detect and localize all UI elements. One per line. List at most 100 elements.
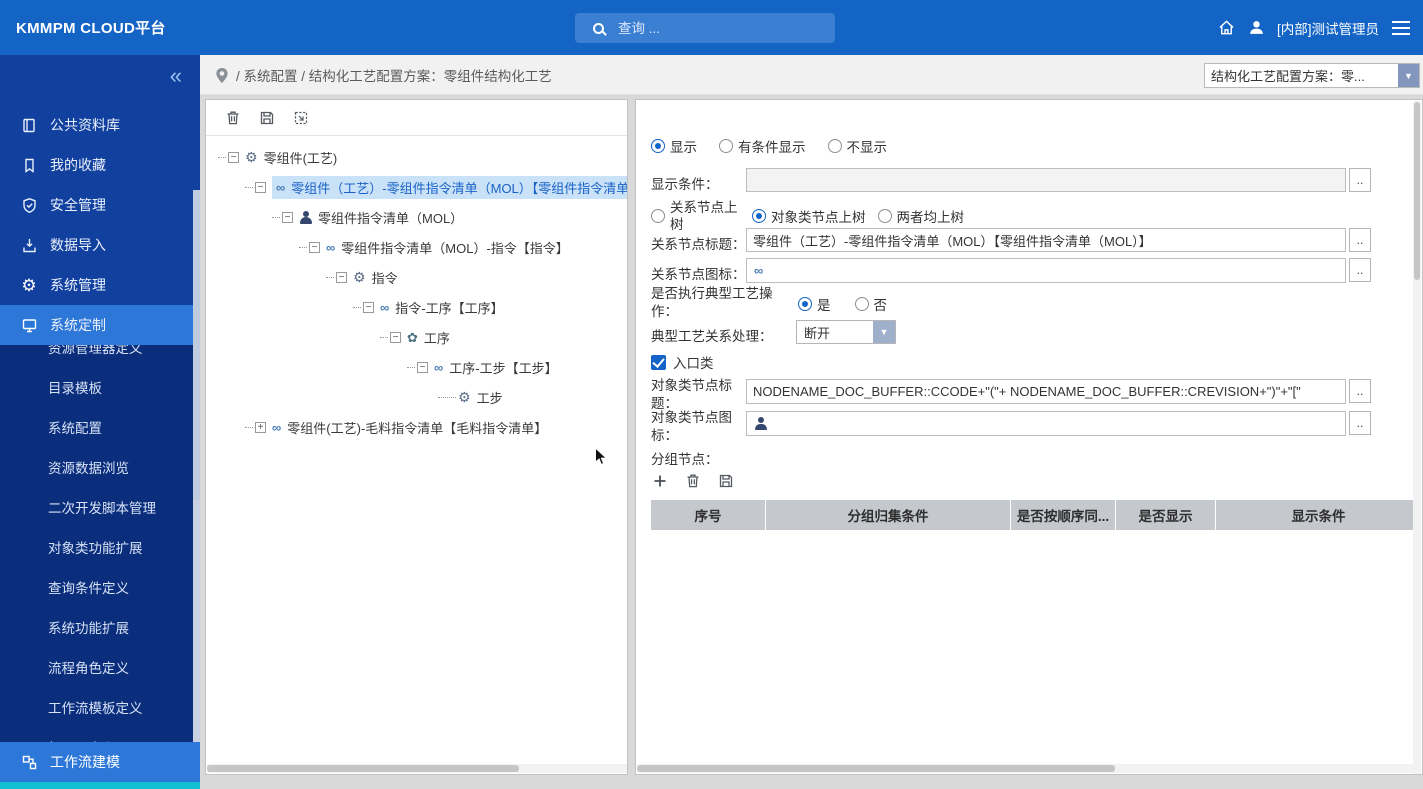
sidebar-subitem-workflow-template[interactable]: 工作流模板定义	[0, 687, 200, 727]
tree-node[interactable]: − 零组件指令清单（MOL）	[206, 202, 627, 232]
chevron-down-icon[interactable]: ▼	[873, 321, 895, 343]
sidebar-subitem-permission-def[interactable]: 权限项定义	[0, 727, 200, 742]
tree-node[interactable]: − ⚙ 指令	[206, 262, 627, 292]
typical-op-label: 是否执行典型工艺操作：	[651, 286, 773, 319]
radio-icon[interactable]	[651, 209, 665, 223]
expand-box[interactable]: +	[255, 421, 266, 433]
entry-class-row[interactable]: 入口类	[651, 352, 714, 372]
collapse-box[interactable]: −	[255, 181, 266, 193]
radio-label: 两者均上树	[896, 210, 965, 225]
entry-class-checkbox[interactable]	[651, 354, 666, 370]
col-visible[interactable]: 是否显示	[1116, 500, 1216, 530]
collapse-box[interactable]: −	[282, 211, 293, 223]
sidebar-subitem-objectclass-ext[interactable]: 对象类功能扩展	[0, 527, 200, 567]
tree-node-selected[interactable]: − ∞ 零组件（工艺）-零组件指令清单（MOL）【零组件指令清单（MOL）】	[206, 172, 627, 202]
relation-icon-browse-button[interactable]: ..	[1349, 258, 1371, 282]
collapse-box[interactable]: −	[228, 151, 239, 163]
tree-node[interactable]: − ∞ 零组件指令清单（MOL）-指令【指令】	[206, 232, 627, 262]
sidebar-item-data-import[interactable]: 数据导入	[0, 225, 200, 265]
object-title-input[interactable]	[746, 379, 1346, 404]
tree-node-label: 工序-工步【工步】	[449, 360, 558, 376]
sidebar-subitem-query-condition[interactable]: 查询条件定义	[0, 567, 200, 607]
collapse-box[interactable]: −	[309, 241, 320, 253]
radio-relation-node-tree[interactable]: 关系节点上树	[651, 199, 744, 233]
sidebar-collapse-icon[interactable]: «	[170, 65, 182, 87]
radio-icon[interactable]	[752, 209, 766, 223]
sidebar-subitem-process-role[interactable]: 流程角色定义	[0, 647, 200, 687]
sidebar-item-public-library[interactable]: 公共资料库	[0, 105, 200, 145]
home-icon[interactable]	[1217, 18, 1236, 37]
radio-icon[interactable]	[827, 139, 842, 153]
relation-icon-input[interactable]: ∞	[746, 258, 1346, 283]
save-icon[interactable]	[717, 472, 734, 489]
sidebar-subitem-resource-manager-def[interactable]: 资源管理器定义	[0, 345, 200, 367]
col-display-condition[interactable]: 显示条件	[1216, 500, 1421, 530]
radio-both-tree[interactable]: 两者均上树	[877, 206, 965, 226]
chain-icon: ∞	[754, 263, 764, 278]
add-icon[interactable]	[651, 472, 668, 489]
collapse-box[interactable]: −	[336, 271, 347, 283]
sidebar-scrollbar-thumb[interactable]	[193, 190, 200, 500]
typical-rel-label: 典型工艺关系处理：	[651, 329, 773, 344]
chevron-down-icon[interactable]: ▼	[1398, 64, 1419, 87]
col-group-condition[interactable]: 分组归集条件	[766, 500, 1011, 530]
global-search[interactable]	[575, 13, 835, 43]
object-title-browse-button[interactable]: ..	[1349, 379, 1371, 403]
sidebar-item-workflow-modeling[interactable]: 工作流建模	[0, 742, 200, 782]
radio-yes[interactable]: 是	[798, 294, 831, 314]
radio-icon[interactable]	[854, 297, 869, 311]
radio-display[interactable]: 显示	[651, 136, 697, 156]
tree-node[interactable]: − ∞ 工序-工步【工步】	[206, 352, 627, 382]
tree-toolbar	[206, 100, 627, 136]
tree-node[interactable]: + ∞ 零组件(工艺)-毛料指令清单【毛料指令清单】	[206, 412, 627, 442]
collapse-box[interactable]: −	[363, 301, 374, 313]
menu-icon[interactable]	[1391, 20, 1411, 36]
delete-icon[interactable]	[684, 472, 701, 489]
radio-icon[interactable]	[877, 209, 892, 223]
col-seq[interactable]: 序号	[651, 500, 766, 530]
col-order-sync[interactable]: 是否按顺序同...	[1011, 500, 1116, 530]
delete-icon[interactable]	[224, 109, 241, 126]
detail-hscrollbar-thumb[interactable]	[637, 765, 1115, 772]
tree-hscrollbar-thumb[interactable]	[207, 765, 519, 772]
sidebar-item-favorites[interactable]: 我的收藏	[0, 145, 200, 185]
sidebar-subitem-resource-browse[interactable]: 资源数据浏览	[0, 447, 200, 487]
sidebar-subitem-script-mgmt[interactable]: 二次开发脚本管理	[0, 487, 200, 527]
radio-icon[interactable]	[798, 297, 812, 311]
collapse-box[interactable]: −	[417, 361, 428, 373]
scheme-select[interactable]: 结构化工艺配置方案：零... ▼	[1204, 63, 1420, 88]
radio-icon[interactable]	[719, 139, 733, 153]
sidebar-item-security[interactable]: 安全管理	[0, 185, 200, 225]
tree-line	[380, 336, 388, 338]
radio-objectclass-node-tree[interactable]: 对象类节点上树	[752, 206, 866, 226]
gear-icon: ⚙	[353, 269, 366, 285]
object-icon-browse-button[interactable]: ..	[1349, 411, 1371, 435]
sidebar-subitem-system-func-ext[interactable]: 系统功能扩展	[0, 607, 200, 647]
tree-node-leaf[interactable]: ⚙ 工步	[206, 382, 627, 412]
sidebar-subitem-catalog-template[interactable]: 目录模板	[0, 367, 200, 407]
collapse-box[interactable]: −	[390, 331, 401, 343]
user-icon[interactable]	[1248, 19, 1265, 36]
sidebar-subitem-system-config[interactable]: 系统配置	[0, 407, 200, 447]
tree-node[interactable]: − ⚙ 零组件(工艺)	[206, 142, 627, 172]
radio-no-display[interactable]: 不显示	[827, 136, 887, 156]
tree-node-label: 工步	[476, 390, 503, 406]
sidebar-item-system-admin[interactable]: ⚙ 系统管理	[0, 265, 200, 305]
marquee-select-icon[interactable]	[292, 109, 309, 126]
sidebar-item-system-custom[interactable]: 系统定制	[0, 305, 200, 345]
typical-rel-select[interactable]: 断开 ▼	[796, 320, 896, 344]
radio-no[interactable]: 否	[854, 294, 887, 314]
tree-node[interactable]: − ✿ 工序	[206, 322, 627, 352]
tree-panel: − ⚙ 零组件(工艺) − ∞ 零组件（工艺）-零组件指令清单（MOL）【零组件…	[205, 99, 628, 775]
radio-conditional-display[interactable]: 有条件显示	[719, 136, 806, 156]
display-condition-browse-button[interactable]: ..	[1349, 168, 1371, 192]
object-icon-input[interactable]	[746, 411, 1346, 436]
display-condition-input[interactable]	[746, 168, 1346, 192]
relation-title-input[interactable]	[746, 228, 1346, 252]
tree-node[interactable]: − ∞ 指令-工序【工序】	[206, 292, 627, 322]
search-input[interactable]	[618, 20, 808, 36]
save-icon[interactable]	[258, 109, 275, 126]
radio-icon[interactable]	[651, 139, 665, 153]
detail-vscrollbar-thumb[interactable]	[1414, 102, 1420, 280]
relation-title-browse-button[interactable]: ..	[1349, 228, 1371, 252]
